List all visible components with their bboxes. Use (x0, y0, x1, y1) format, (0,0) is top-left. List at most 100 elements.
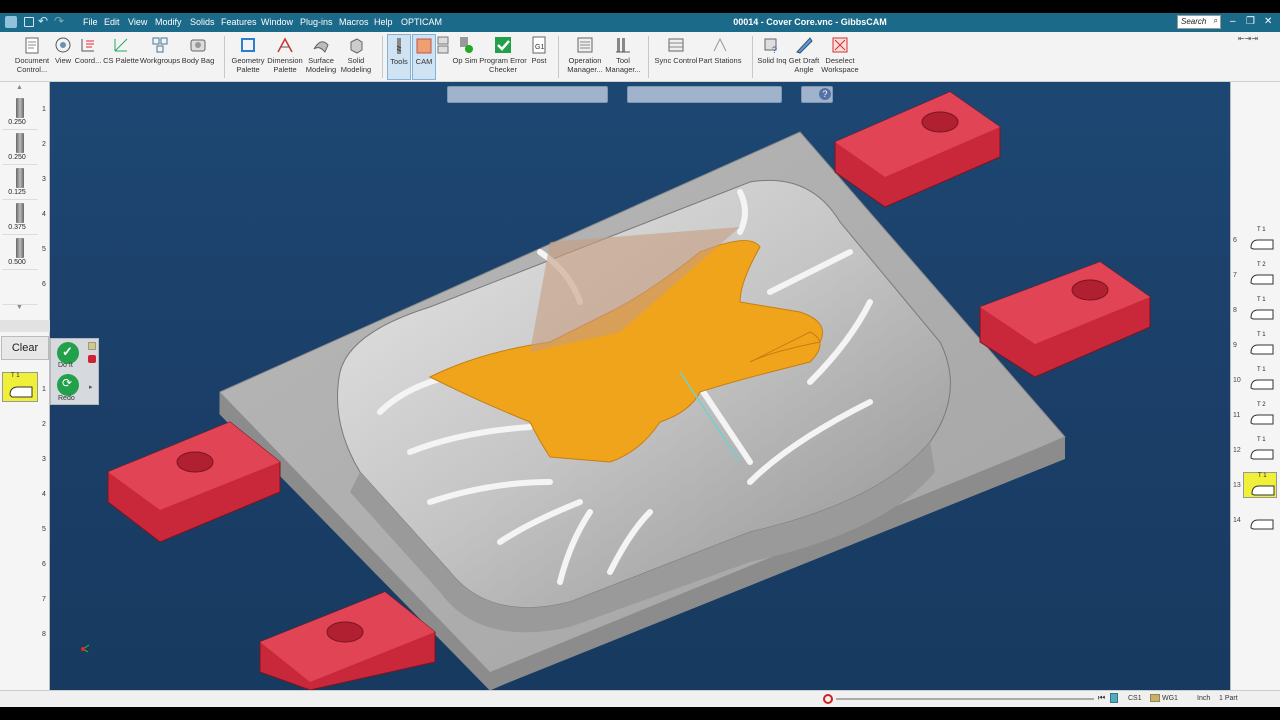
redo-button[interactable]: ⟳ (57, 374, 79, 396)
cs-palette-button[interactable]: CS Palette (103, 34, 139, 80)
geometry-palette-button[interactable]: Geometry Palette (229, 34, 267, 80)
pocket-operation-icon (1250, 519, 1274, 530)
operation-slot[interactable]: T 1 (1243, 297, 1277, 323)
tool-number: 4 (42, 211, 46, 218)
process-item[interactable]: T 1 (2, 372, 38, 402)
coord-icon (81, 39, 94, 52)
clamp-top-right[interactable] (834, 91, 1001, 208)
menu-opticam[interactable]: OPTICAM (401, 17, 442, 27)
clamp-right[interactable] (979, 261, 1151, 378)
process-row-number: 3 (42, 456, 46, 463)
tool-slot[interactable]: 0.250 (2, 96, 38, 130)
delete-icon[interactable] (88, 355, 96, 363)
menu-help[interactable]: Help (374, 17, 393, 27)
progress-track (836, 698, 1094, 700)
cam-options-button[interactable] (436, 34, 450, 80)
body-bag-button[interactable]: Body Bag (181, 34, 215, 80)
part-render (81, 91, 1151, 691)
layers-icon[interactable] (1110, 693, 1118, 703)
pocket-operation-icon (1250, 344, 1274, 355)
coord-button[interactable]: Coord... (74, 34, 102, 80)
tool-manager-button[interactable]: Tool Manager... (604, 34, 642, 80)
menu-modify[interactable]: Modify (155, 17, 182, 27)
menu-file[interactable]: File (83, 17, 98, 27)
view-toolbar-2[interactable] (627, 86, 782, 103)
operation-slot[interactable]: T 1 (1243, 332, 1277, 358)
get-draft-angle-button[interactable]: Get Draft Angle (788, 34, 820, 80)
tool-slot[interactable]: 0.250 (2, 131, 38, 165)
ribbon-options-icon[interactable]: ⇤⇥⇥ (1238, 34, 1258, 43)
operation-slot[interactable]: T 2 (1243, 402, 1277, 428)
minimize-icon[interactable]: – (1230, 16, 1236, 27)
wg-icon[interactable] (1150, 694, 1160, 702)
tool-slot[interactable]: 0.125 (2, 166, 38, 200)
view-toolbar-1[interactable] (447, 86, 608, 103)
solid-modeling-button[interactable]: Solid Modeling (339, 34, 373, 80)
help-icon[interactable]: ? (819, 88, 831, 100)
menu-features[interactable]: Features (221, 17, 257, 27)
tool-number: 5 (42, 246, 46, 253)
stop-icon[interactable] (823, 694, 833, 704)
close-icon[interactable]: ✕ (1264, 16, 1272, 27)
endmill-icon (16, 133, 24, 153)
undo-icon[interactable]: ↶ (38, 14, 48, 28)
graphics-viewport[interactable] (50, 82, 1230, 691)
operation-slot[interactable]: T 1 (1243, 367, 1277, 393)
menu-edit[interactable]: Edit (104, 17, 120, 27)
deselect-workspace-button[interactable]: Deselect Workspace (820, 34, 860, 80)
svg-text:G1: G1 (535, 44, 544, 51)
tool-list-scroll-up[interactable]: ▲ (16, 84, 23, 91)
dimension-palette-button[interactable]: Dimension Palette (267, 34, 303, 80)
menu-solids[interactable]: Solids (190, 17, 215, 27)
sync-control-button[interactable]: Sync Control (654, 34, 698, 80)
operation-slot[interactable]: T 1 (1243, 472, 1277, 498)
do-it-button[interactable]: ✓ (57, 342, 79, 364)
search-field[interactable]: Search ⌕ (1177, 15, 1221, 29)
menu-view[interactable]: View (128, 17, 147, 27)
ribbon-separator (382, 36, 383, 78)
pocket-operation-icon (1250, 379, 1274, 390)
checkmark-icon: ✓ (62, 344, 73, 359)
operation-slot[interactable]: T 1 (1243, 227, 1277, 253)
expand-icon[interactable]: ▸ (89, 383, 93, 391)
tools-button[interactable]: Tools (387, 34, 411, 80)
view-button[interactable]: View (50, 34, 76, 80)
operation-slot[interactable]: T 2 (1243, 262, 1277, 288)
workgroups-button[interactable]: Workgroups (139, 34, 181, 80)
op-sim-button[interactable]: Op Sim (451, 34, 479, 80)
menu-plugins[interactable]: Plug-ins (300, 17, 333, 27)
redo-icon[interactable]: ↷ (54, 14, 64, 28)
tool-number: 1 (42, 106, 46, 113)
cam-button[interactable]: CAM (412, 34, 436, 80)
menu-macros[interactable]: Macros (339, 17, 369, 27)
operation-tool-tag: T 1 (1257, 227, 1266, 233)
part-stations-button[interactable]: Part Stations (698, 34, 742, 80)
tool-slot[interactable]: 0.375 (2, 201, 38, 235)
document-control-button[interactable]: Document Control... (12, 34, 52, 80)
operation-slot[interactable] (1243, 507, 1277, 533)
process-item-tag: T 1 (11, 373, 20, 379)
operation-number: 7 (1233, 272, 1237, 279)
help-toolbar[interactable]: ? (801, 86, 833, 103)
tool-list-scroll-down[interactable]: ▼ (16, 304, 23, 311)
solid-inq-button[interactable]: ? Solid Inq (756, 34, 788, 80)
operation-manager-button[interactable]: Operation Manager... (564, 34, 606, 80)
operation-slot[interactable]: T 1 (1243, 437, 1277, 463)
restore-icon[interactable]: ❐ (1246, 16, 1255, 27)
rewind-icon[interactable]: ⏮ (1098, 693, 1105, 703)
clear-button[interactable]: Clear (1, 336, 49, 360)
save-icon[interactable] (24, 17, 34, 27)
surface-modeling-button[interactable]: Surface Modeling (303, 34, 339, 80)
tool-slot[interactable]: 0.500 (2, 236, 38, 270)
lock-icon[interactable] (88, 342, 96, 350)
tool-slot[interactable] (2, 271, 38, 305)
get-draft-angle-label: Get Draft Angle (788, 56, 820, 74)
post-button[interactable]: G1 Post (527, 34, 551, 80)
process-row-number: 4 (42, 491, 46, 498)
search-icon[interactable]: ⌕ (1214, 16, 1218, 26)
program-error-checker-button[interactable]: Program Error Checker (479, 34, 527, 80)
operation-number: 10 (1233, 377, 1241, 384)
app-icon[interactable] (5, 16, 17, 28)
tool-number: 2 (42, 141, 46, 148)
menu-window[interactable]: Window (261, 17, 293, 27)
